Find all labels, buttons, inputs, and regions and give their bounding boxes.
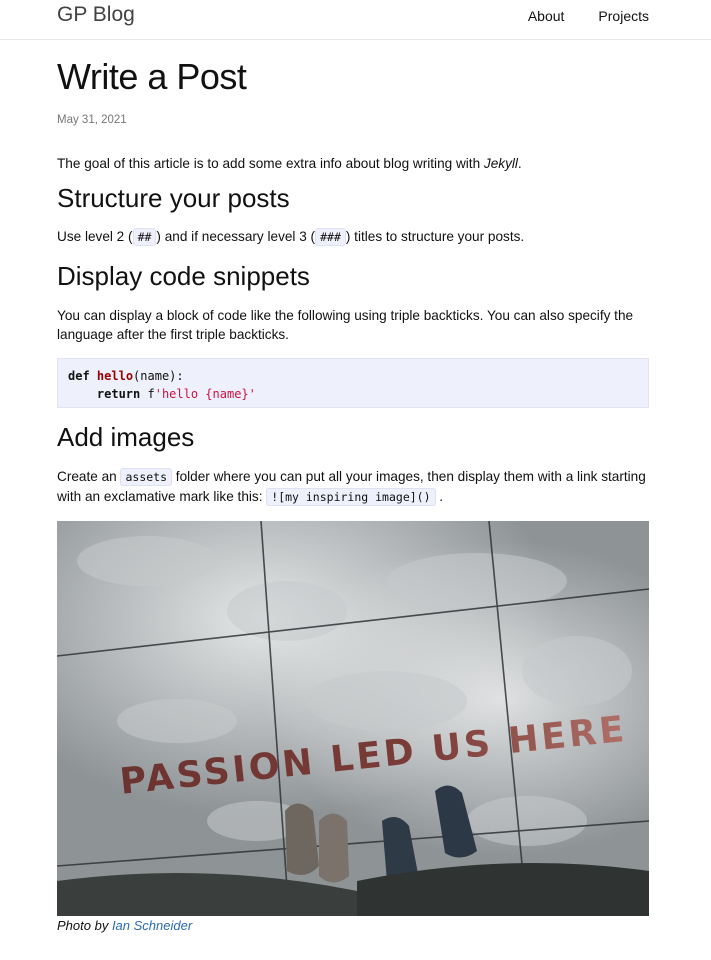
nav-link-projects[interactable]: Projects <box>598 7 649 25</box>
intro-paragraph: The goal of this article is to add some … <box>57 154 649 173</box>
caption-prefix: Photo by <box>57 918 112 933</box>
code-string: 'hello {name}' <box>154 387 256 401</box>
heading-structure: Structure your posts <box>57 183 290 213</box>
structure-text-1: Use level 2 ( <box>57 229 133 244</box>
structure-paragraph: Use level 2 (##) and if necessary level … <box>57 227 649 247</box>
code-signature: (name): <box>133 369 184 383</box>
nav-link-about[interactable]: About <box>528 7 565 25</box>
code-keyword-def: def <box>68 369 90 383</box>
images-paragraph: Create an assets folder where you can pu… <box>57 467 649 507</box>
code-paragraph: You can display a block of code like the… <box>57 308 634 342</box>
image-caption: Photo by Ian Schneider <box>57 917 649 935</box>
images-text-3: . <box>435 489 444 504</box>
heading-code-snippets: Display code snippets <box>57 261 310 291</box>
post-date: May 31, 2021 <box>57 114 127 126</box>
post-title: Write a Post <box>57 56 247 97</box>
code-fstring-prefix: f <box>147 387 155 401</box>
inline-code-level3: ### <box>315 228 346 246</box>
code-block: def hello(name): return f'hello {name}' <box>57 358 649 408</box>
structure-text-2: ) and if necessary level 3 ( <box>156 229 316 244</box>
code-function-name: hello <box>96 369 134 383</box>
structure-text-3: ) titles to structure your posts. <box>345 229 525 244</box>
post-image: PASSION LED US HERE <box>57 521 649 916</box>
site-header: GP Blog About Projects <box>0 0 711 40</box>
site-title-link[interactable]: GP Blog <box>57 3 135 27</box>
caption-author-link[interactable]: Ian Schneider <box>112 918 192 933</box>
post-article: Write a Post May 31, 2021 The goal of th… <box>57 40 649 935</box>
images-text-1: Create an <box>57 469 121 484</box>
main-nav: About Projects <box>528 7 649 25</box>
intro-text: The goal of this article is to add some … <box>57 156 484 171</box>
inline-code-assets: assets <box>120 468 173 486</box>
intro-end: . <box>517 156 522 171</box>
intro-emphasis: Jekyll <box>483 156 518 171</box>
code-keyword-return: return <box>96 387 141 401</box>
heading-add-images: Add images <box>57 422 195 452</box>
inline-code-level2: ## <box>132 228 157 246</box>
inline-code-image-link: ![my inspiring image]() <box>266 488 436 506</box>
